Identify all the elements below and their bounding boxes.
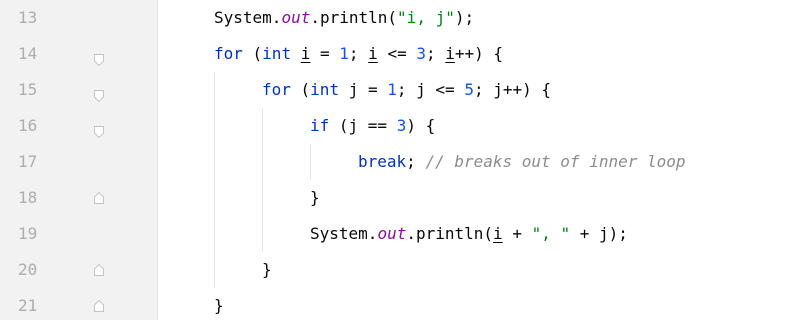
keyword-token: int — [262, 44, 292, 63]
line-number: 18 — [18, 188, 38, 207]
variable-token: i — [300, 44, 311, 63]
code-text: + j); — [570, 224, 628, 243]
line-number: 13 — [18, 8, 38, 27]
comment-token: // breaks out of inner loop — [425, 152, 686, 171]
code-line-17[interactable]: break; // breaks out of inner loop — [358, 144, 686, 180]
code-text: = — [310, 44, 340, 63]
code-line-19[interactable]: System.out.println(i + ", " + j); — [310, 216, 628, 252]
code-text: .println( — [406, 224, 494, 243]
keyword-token: break — [358, 152, 407, 171]
line-number: 21 — [18, 296, 38, 315]
field-token: out — [377, 224, 407, 243]
code-line-18[interactable]: } — [310, 180, 320, 216]
keyword-token: for — [214, 44, 243, 63]
indent-guide — [262, 108, 263, 252]
code-text: } — [310, 188, 320, 207]
number-literal: 1 — [339, 44, 349, 63]
code-text: System. — [310, 224, 378, 243]
line-number: 15 — [18, 80, 38, 99]
code-text: ++) { — [454, 44, 504, 63]
fold-close-icon[interactable] — [94, 264, 104, 276]
fold-open-icon[interactable] — [94, 126, 104, 138]
line-number: 14 — [18, 44, 38, 63]
fold-close-icon[interactable] — [94, 300, 104, 312]
code-text: (j == — [329, 116, 397, 135]
keyword-token: int — [310, 80, 340, 99]
code-text: ) { — [406, 116, 436, 135]
code-text: ; — [348, 44, 369, 63]
indent-guide — [214, 72, 215, 288]
number-literal: 1 — [387, 80, 397, 99]
code-text: j = — [339, 80, 388, 99]
fold-open-icon[interactable] — [94, 54, 104, 66]
variable-token: i — [445, 44, 455, 63]
variable-token: i — [368, 44, 378, 63]
code-line-13[interactable]: System.out.println("i, j"); — [214, 0, 474, 36]
keyword-token: if — [310, 116, 330, 135]
code-line-16[interactable]: if (j == 3) { — [310, 108, 435, 144]
code-text: } — [262, 260, 272, 279]
line-number: 19 — [18, 224, 38, 243]
code-text: ; — [425, 44, 446, 63]
code-editor[interactable]: 13 14 15 16 17 18 19 20 21 System.out.pr… — [0, 0, 800, 320]
string-literal: ", " — [531, 224, 571, 243]
code-text: ); — [454, 8, 475, 27]
keyword-token: for — [262, 80, 291, 99]
code-text: ( — [242, 44, 263, 63]
code-text: ; — [406, 152, 426, 171]
line-number: 17 — [18, 152, 38, 171]
code-text: ( — [290, 80, 311, 99]
code-text: } — [214, 296, 224, 315]
fold-open-icon[interactable] — [94, 90, 104, 102]
gutter-separator — [157, 0, 158, 320]
line-number: 20 — [18, 260, 38, 279]
variable-token: i — [493, 224, 503, 243]
field-token: out — [281, 8, 311, 27]
code-text: ; j++) { — [473, 80, 552, 99]
code-line-15[interactable]: for (int j = 1; j <= 5; j++) { — [262, 72, 551, 108]
number-literal: 5 — [464, 80, 474, 99]
code-text: System. — [214, 8, 282, 27]
fold-close-icon[interactable] — [94, 192, 104, 204]
code-line-20[interactable]: } — [262, 252, 272, 288]
number-literal: 3 — [396, 116, 407, 135]
code-line-14[interactable]: for (int i = 1; i <= 3; i++) { — [214, 36, 503, 72]
code-text: .println( — [310, 8, 398, 27]
code-text: <= — [377, 44, 417, 63]
indent-guide — [310, 144, 311, 180]
code-text: + — [502, 224, 532, 243]
line-number: 16 — [18, 116, 38, 135]
string-literal: "i, j" — [397, 8, 455, 27]
code-text: ; j <= — [396, 80, 465, 99]
number-literal: 3 — [416, 44, 426, 63]
code-line-21[interactable]: } — [214, 288, 224, 324]
